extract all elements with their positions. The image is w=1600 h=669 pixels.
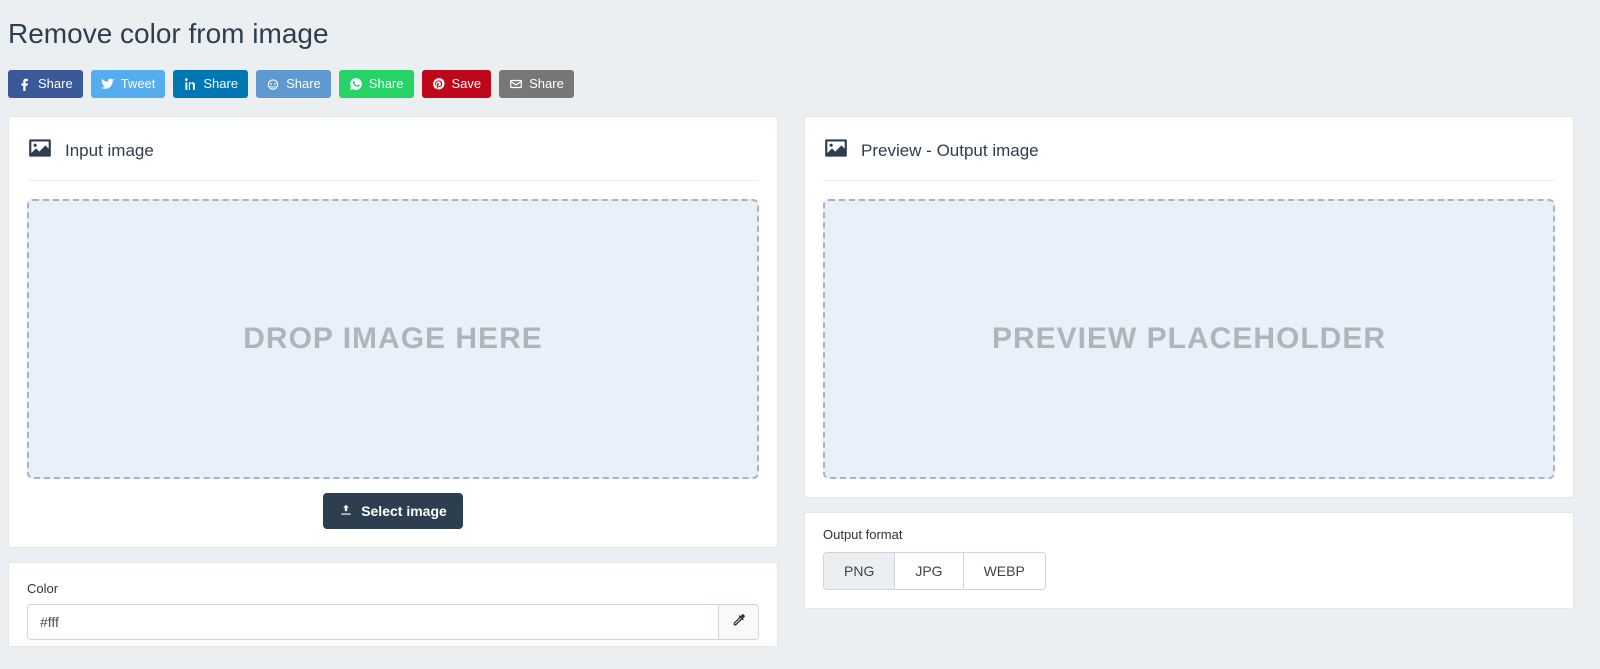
input-image-panel: Input image DROP IMAGE HERE Select image: [8, 116, 778, 548]
eyedropper-icon: [731, 612, 747, 633]
select-image-label: Select image: [361, 503, 447, 519]
output-panel-title: Preview - Output image: [861, 141, 1039, 161]
whatsapp-icon: [349, 77, 363, 91]
email-share-button[interactable]: Share: [499, 70, 574, 98]
linkedin-share-button[interactable]: Share: [173, 70, 248, 98]
twitter-icon: [101, 77, 115, 91]
image-icon: [823, 135, 849, 166]
output-format-label: Output format: [823, 527, 1555, 542]
preview-placeholder-text: PREVIEW PLACEHOLDER: [992, 322, 1386, 356]
output-format-panel: Output format PNG JPG WEBP: [804, 512, 1574, 609]
color-picker-button[interactable]: [718, 605, 758, 639]
upload-icon: [339, 503, 353, 520]
dropzone-text: DROP IMAGE HERE: [243, 322, 543, 356]
reddit-icon: [266, 77, 280, 91]
select-image-button[interactable]: Select image: [323, 493, 463, 529]
linkedin-icon: [183, 77, 197, 91]
whatsapp-share-label: Share: [369, 70, 404, 98]
facebook-share-label: Share: [38, 70, 73, 98]
format-option-jpg[interactable]: JPG: [895, 553, 963, 589]
twitter-share-label: Tweet: [121, 70, 156, 98]
page-title: Remove color from image: [8, 18, 1592, 50]
color-label: Color: [27, 581, 759, 596]
color-input[interactable]: [28, 605, 718, 639]
reddit-share-button[interactable]: Share: [256, 70, 331, 98]
pinterest-save-label: Save: [452, 70, 482, 98]
facebook-icon: [18, 77, 32, 91]
share-buttons-row: Share Tweet Share Share Share: [8, 70, 1592, 98]
format-option-webp[interactable]: WEBP: [964, 553, 1045, 589]
email-share-label: Share: [529, 70, 564, 98]
format-option-png[interactable]: PNG: [824, 553, 895, 589]
preview-area: PREVIEW PLACEHOLDER: [823, 199, 1555, 479]
pinterest-icon: [432, 77, 446, 91]
twitter-share-button[interactable]: Tweet: [91, 70, 166, 98]
output-image-panel: Preview - Output image PREVIEW PLACEHOLD…: [804, 116, 1574, 498]
reddit-share-label: Share: [286, 70, 321, 98]
image-icon: [27, 135, 53, 166]
output-format-group: PNG JPG WEBP: [823, 552, 1046, 590]
linkedin-share-label: Share: [203, 70, 238, 98]
facebook-share-button[interactable]: Share: [8, 70, 83, 98]
color-panel: Color: [8, 562, 778, 647]
whatsapp-share-button[interactable]: Share: [339, 70, 414, 98]
input-panel-title: Input image: [65, 141, 154, 161]
email-icon: [509, 77, 523, 91]
pinterest-save-button[interactable]: Save: [422, 70, 492, 98]
input-dropzone[interactable]: DROP IMAGE HERE: [27, 199, 759, 479]
